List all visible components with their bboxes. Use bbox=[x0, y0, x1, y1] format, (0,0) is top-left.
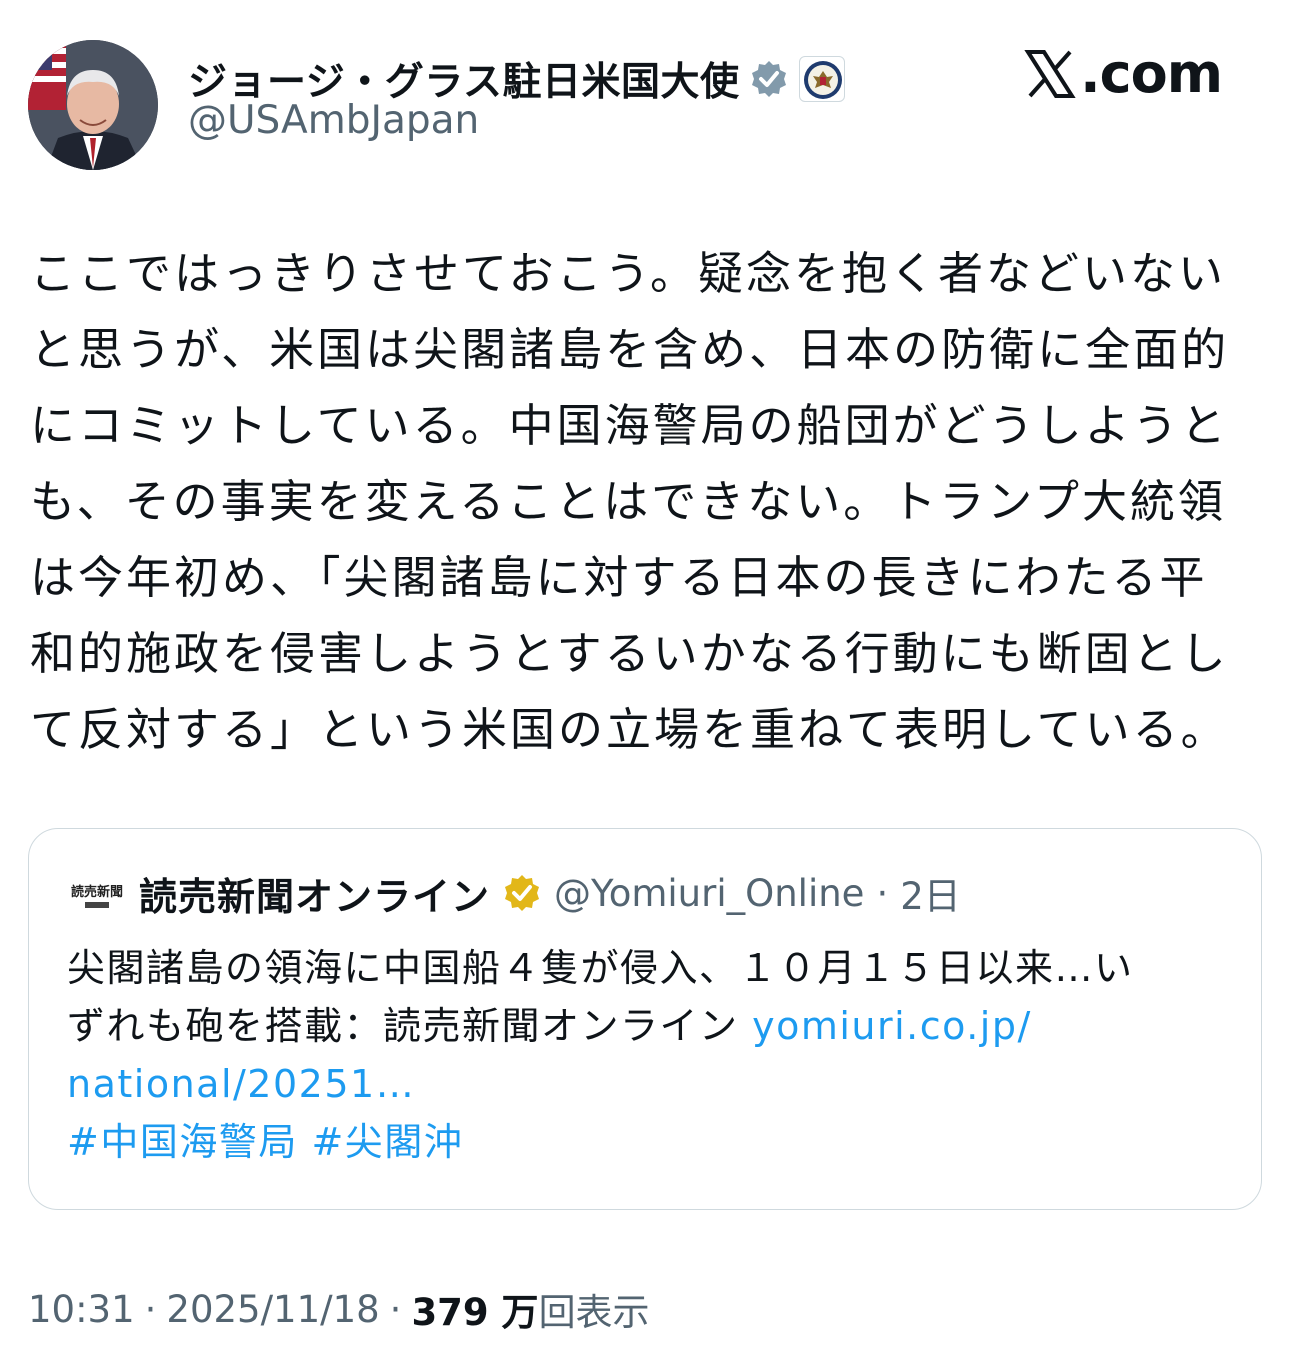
quoted-line: ずれも砲を搭載：読売新聞オンライン yomiuri.co.jp/ bbox=[67, 997, 1227, 1055]
tweet-meta: 10:31 · 2025/11/18 · 379 万回表示 bbox=[28, 1282, 650, 1336]
avatar-image bbox=[28, 40, 158, 170]
author-handle[interactable]: @USAmbJapan bbox=[188, 98, 479, 143]
author-avatar[interactable] bbox=[28, 40, 158, 170]
tweet-line: も、その事実を変えることはできない。トランプ大統領 bbox=[30, 475, 1226, 528]
quoted-line: national/20251… bbox=[67, 1055, 1227, 1113]
yomiuri-logo-icon: 読売新聞 bbox=[67, 870, 127, 916]
quoted-author-handle[interactable]: @Yomiuri_Online bbox=[554, 872, 864, 915]
quoted-tweet-card[interactable]: 読売新聞 読売新聞オンライン @Yomiuri_Online · 2日 尖閣諸島… bbox=[28, 828, 1262, 1210]
x-brand-domain: .com bbox=[1080, 42, 1223, 105]
quoted-time-sep: · bbox=[876, 871, 889, 915]
quoted-author-name[interactable]: 読売新聞オンライン bbox=[139, 866, 490, 921]
meta-separator: · bbox=[144, 1287, 157, 1331]
views-count: 379 万回表示 bbox=[411, 1282, 649, 1336]
tweet-time[interactable]: 10:31 bbox=[28, 1288, 135, 1331]
hashtag-row: #中国海警局 #尖閣沖 bbox=[67, 1113, 1227, 1171]
x-logo-icon bbox=[1024, 48, 1076, 100]
tweet-line: ここではっきりさせておこう。疑念を抱く者などいない bbox=[30, 247, 1226, 300]
yomiuri-logo-text: 読売新聞 bbox=[71, 884, 123, 900]
tweet-header: ジョージ・グラス駐日米国大使 @USAmbJapan .com bbox=[28, 28, 1262, 170]
tweet-screenshot: ジョージ・グラス駐日米国大使 @USAmbJapan .com ここではっきりさ… bbox=[0, 0, 1290, 1360]
quoted-line-text: ずれも砲を搭載：読売新聞オンライン bbox=[67, 1004, 753, 1048]
tweet-body: ここではっきりさせておこう。疑念を抱く者などいない と思うが、米国は尖閣諸島を含… bbox=[30, 236, 1230, 768]
article-link-continued[interactable]: national/20251… bbox=[67, 1062, 415, 1106]
views-number: 379 万 bbox=[411, 1291, 539, 1334]
us-state-dept-seal-icon[interactable] bbox=[799, 56, 846, 102]
hashtag-link[interactable]: #中国海警局 bbox=[67, 1120, 298, 1164]
views-label: 回表示 bbox=[538, 1291, 650, 1334]
tweet-line: 和的施政を侵害しようとするいかなる行動にも断固とし bbox=[30, 627, 1229, 680]
quoted-tweet-time[interactable]: 2日 bbox=[900, 866, 961, 920]
hashtag-link[interactable]: #尖閣沖 bbox=[311, 1120, 463, 1164]
tweet-line: て反対する」という米国の立場を重ねて表明している。 bbox=[30, 703, 1229, 756]
tweet-line: と思うが、米国は尖閣諸島を含め、日本の防衛に全面的 bbox=[30, 323, 1230, 376]
tweet-line: は今年初め、「尖閣諸島に対する日本の長きにわたる平 bbox=[30, 551, 1208, 604]
quoted-tweet-body: 尖閣諸島の領海に中国船４隻が侵入、１０月１５日以来…い ずれも砲を搭載：読売新聞… bbox=[67, 939, 1227, 1171]
tweet-date[interactable]: 2025/11/18 bbox=[166, 1288, 379, 1331]
article-link[interactable]: yomiuri.co.jp/ bbox=[752, 1004, 1032, 1048]
gold-verified-badge-icon bbox=[502, 873, 542, 913]
meta-separator: · bbox=[389, 1287, 402, 1331]
verified-badge-icon bbox=[749, 59, 789, 99]
quoted-tweet-header: 読売新聞 読売新聞オンライン @Yomiuri_Online · 2日 bbox=[67, 865, 961, 921]
tweet-line: にコミットしている。中国海警局の船団がどうしようと bbox=[30, 399, 1229, 452]
quoted-line: 尖閣諸島の領海に中国船４隻が侵入、１０月１５日以来…い bbox=[67, 946, 1134, 990]
x-brand: .com bbox=[1024, 42, 1223, 105]
